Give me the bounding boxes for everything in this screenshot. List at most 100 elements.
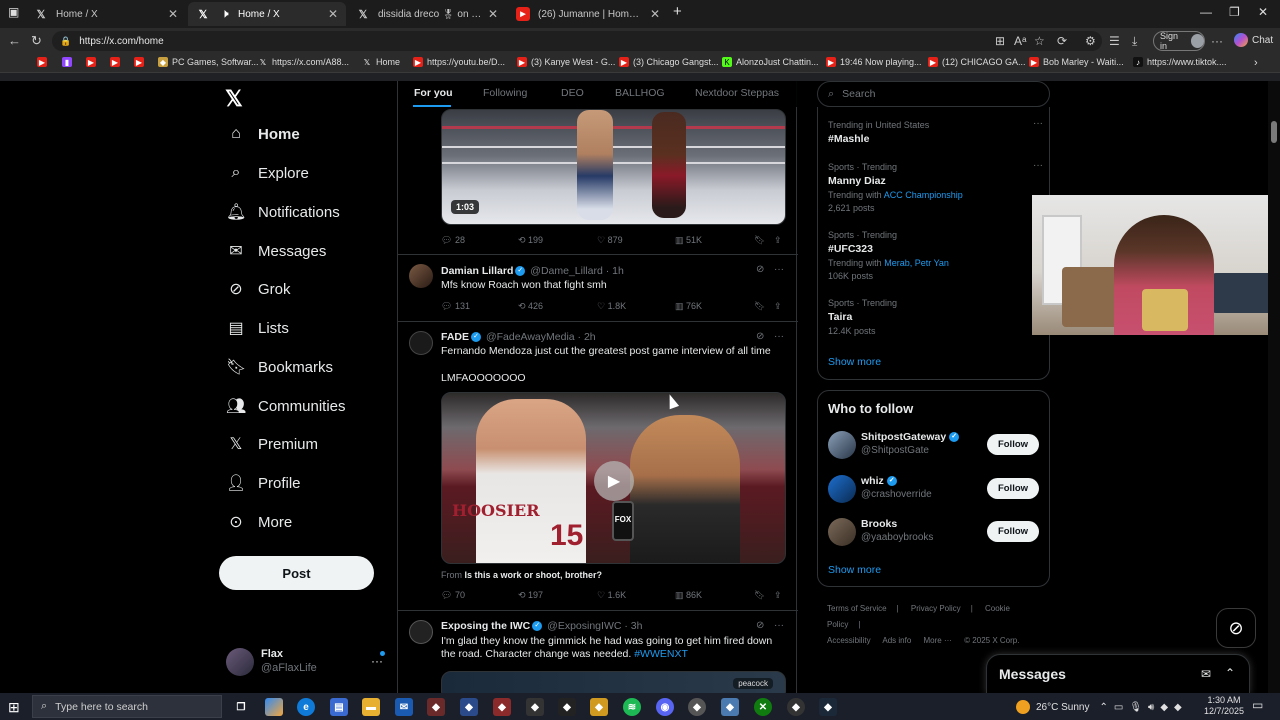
trend-item[interactable]: Trending in United States #Mashle ···: [828, 118, 1043, 145]
more-icon[interactable]: ···: [774, 331, 784, 342]
nav-messages[interactable]: ✉ Messages: [226, 237, 326, 265]
tab-for-you[interactable]: For you: [414, 87, 453, 99]
more-icon[interactable]: ···: [1033, 160, 1043, 171]
app-tray-icon[interactable]: ◆: [1160, 702, 1168, 713]
author-handle[interactable]: @Dame_Lillard: [530, 265, 603, 277]
video-player[interactable]: HOOSIER 15 FOX ▶: [441, 392, 786, 564]
copilot-icon[interactable]: [265, 698, 283, 716]
nav-notifications[interactable]: 🔔︎ Notifications: [226, 198, 340, 226]
messages-drawer[interactable]: Messages ✉ ⌃: [986, 654, 1250, 693]
account-switcher[interactable]: Flax @aFlaxLife ···: [226, 646, 391, 676]
follow-suggestion[interactable]: Brooks @yaaboybrooks Follow: [828, 518, 1043, 548]
favorite-item[interactable]: ▶ https://youtu.be/D...: [413, 57, 505, 67]
address-bar[interactable]: 🔒 https://x.com/home: [52, 31, 1102, 51]
like-button[interactable]: ♡ 1.8K: [597, 301, 626, 312]
footer-link[interactable]: Accessibility: [827, 636, 871, 645]
author-name[interactable]: Exposing the IWC: [441, 620, 530, 632]
app-icon[interactable]: ◆: [558, 698, 576, 716]
notification-center-icon[interactable]: ▭: [1252, 698, 1263, 712]
follow-button[interactable]: Follow: [987, 478, 1039, 499]
grok-icon[interactable]: ⊘: [756, 620, 764, 631]
read-aloud-icon[interactable]: Aᵃ: [1014, 34, 1026, 48]
tray-chevron-icon[interactable]: ⌃: [1099, 702, 1107, 713]
favorite-item[interactable]: ♪ https://www.tiktok....: [1133, 57, 1227, 67]
author-name[interactable]: FADE: [441, 331, 469, 343]
more-icon[interactable]: ···: [774, 264, 784, 275]
task-view-icon[interactable]: ❐: [232, 698, 250, 716]
back-icon[interactable]: ←: [8, 33, 21, 48]
more-icon[interactable]: ···: [774, 620, 784, 631]
more-menu-icon[interactable]: ···: [1211, 34, 1223, 48]
scrollbar-thumb[interactable]: [1271, 121, 1277, 143]
nav-explore[interactable]: ⌕ Explore: [226, 159, 309, 187]
grok-icon[interactable]: ⊘: [756, 331, 764, 342]
footer-link[interactable]: More ···: [924, 636, 952, 645]
share-icon[interactable]: ⇪: [774, 301, 782, 312]
like-button[interactable]: ♡ 1.6K: [597, 590, 626, 601]
avatar[interactable]: [409, 620, 433, 644]
more-icon[interactable]: ···: [371, 654, 383, 668]
share-icon[interactable]: ⇪: [774, 235, 782, 246]
game-icon[interactable]: ◆: [526, 698, 544, 716]
chevron-right-icon[interactable]: ›: [1254, 57, 1258, 69]
volume-icon[interactable]: 🔊︎: [1148, 702, 1154, 713]
spotify-icon[interactable]: ≋: [623, 698, 641, 716]
copilot-chat-button[interactable]: Chat: [1234, 33, 1273, 47]
nav-profile[interactable]: 👤︎ Profile: [226, 469, 301, 497]
mic-icon[interactable]: 🎙︎: [1129, 702, 1142, 713]
video-source[interactable]: From Is this a work or shoot, brother?: [441, 570, 602, 580]
footer-link[interactable]: Privacy Policy: [911, 604, 961, 613]
nav-more[interactable]: ⊙ More: [226, 508, 292, 536]
favorite-item[interactable]: K AlonzoJust Chattin...: [722, 57, 819, 67]
refresh-icon[interactable]: ↻: [31, 33, 42, 49]
extensions-icon[interactable]: ⚙: [1085, 34, 1096, 48]
game-icon[interactable]: ◆: [493, 698, 511, 716]
new-message-icon[interactable]: ✉: [1201, 667, 1211, 681]
expand-icon[interactable]: ⌃: [1225, 666, 1235, 680]
favorites-icon[interactable]: ☰: [1109, 34, 1120, 48]
nav-home[interactable]: ⌂ Home: [226, 120, 300, 148]
search-input[interactable]: ⌕ Search: [817, 81, 1050, 107]
windows-start-icon[interactable]: ⊞: [8, 699, 20, 716]
follow-button[interactable]: Follow: [987, 521, 1039, 542]
trend-link[interactable]: Merab, Petr Yan: [884, 258, 949, 268]
steam-icon[interactable]: ◆: [819, 698, 837, 716]
tab-following[interactable]: Following: [483, 87, 527, 99]
weather-text[interactable]: 26°C Sunny: [1036, 702, 1089, 713]
app-icon[interactable]: ◆: [590, 698, 608, 716]
speaker-muted-icon[interactable]: 🕨: [218, 7, 232, 21]
lock-icon[interactable]: 🔒: [60, 36, 71, 47]
tab-home-x-1[interactable]: 𝕏 Home / X ✕: [26, 2, 186, 26]
xbox-icon[interactable]: ✕: [754, 698, 772, 716]
tab-nextdoor-steppas[interactable]: Nextdoor Steppas: [695, 87, 779, 99]
follow-button[interactable]: Follow: [987, 434, 1039, 455]
favorite-item[interactable]: ▶: [134, 57, 148, 67]
views-button[interactable]: ▥ 76K: [675, 301, 702, 312]
nav-grok[interactable]: ⊘ Grok: [226, 275, 290, 303]
close-icon[interactable]: ✕: [488, 7, 498, 21]
favorite-item[interactable]: ▶ (3) Kanye West - G...: [517, 57, 615, 67]
favorite-item[interactable]: 𝕏 Home: [362, 57, 400, 67]
store-icon[interactable]: ▤: [330, 698, 348, 716]
author-handle[interactable]: @FadeAwayMedia: [486, 331, 575, 343]
close-icon[interactable]: ✕: [328, 7, 338, 21]
post-button[interactable]: Post: [219, 556, 374, 590]
favorite-item[interactable]: ▶ (12) CHICAGO GA...: [928, 57, 1026, 67]
minimize-icon[interactable]: —: [1200, 5, 1212, 19]
file-explorer-icon[interactable]: ▬: [362, 698, 380, 716]
reply-button[interactable]: 💬︎ 131: [441, 301, 470, 312]
favorite-item[interactable]: ▶ (3) Chicago Gangst...: [619, 57, 719, 67]
more-icon[interactable]: ···: [1033, 118, 1043, 129]
new-tab-button[interactable]: +: [673, 3, 682, 20]
favorite-item[interactable]: ▶ Bob Marley - Waiti...: [1029, 57, 1124, 67]
grok-icon[interactable]: ⊘: [756, 264, 764, 275]
show-more-trends[interactable]: Show more: [828, 356, 881, 368]
tab-actions-icon[interactable]: ▣: [8, 5, 19, 19]
weather-icon[interactable]: [1016, 700, 1030, 714]
maximize-icon[interactable]: ❐: [1229, 5, 1240, 19]
app-icon[interactable]: ◆: [427, 698, 445, 716]
trend-item[interactable]: Sports · Trending Manny Diaz Trending wi…: [828, 160, 1043, 213]
favorite-item[interactable]: ▶: [110, 57, 124, 67]
favorite-item[interactable]: 𝕏https://x.com/A88...: [258, 57, 349, 67]
trend-item[interactable]: Sports · Trending Taira 12.4K posts: [828, 298, 1043, 336]
